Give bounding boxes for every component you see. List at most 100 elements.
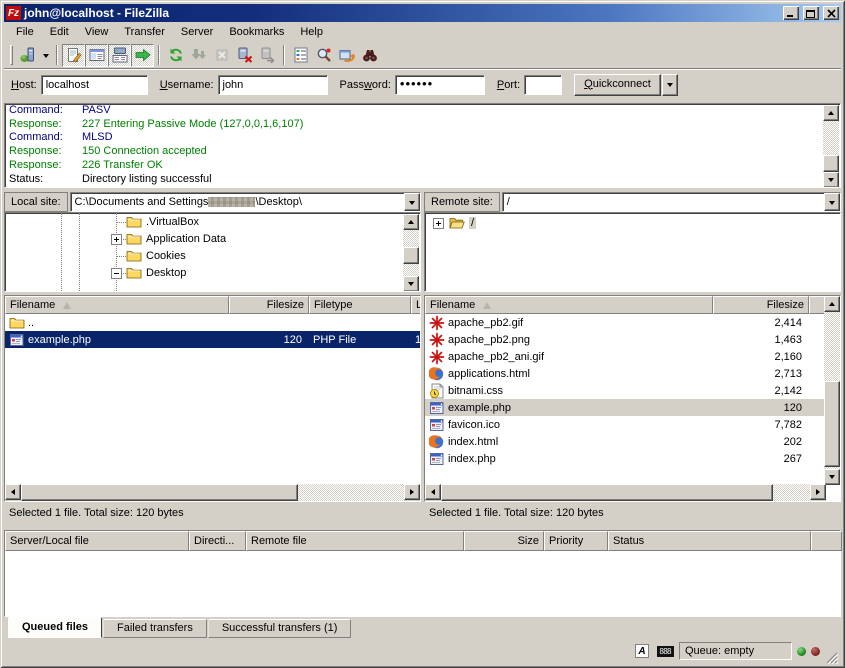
folder-icon [126, 265, 142, 281]
quickconnect-bar: Host:localhostUsername:johnPassword:••••… [4, 68, 841, 100]
file-row-..[interactable]: .. [5, 314, 420, 331]
log-line-response: Response:226 Transfer OK [5, 159, 840, 173]
synchronized-browsing-button[interactable] [335, 44, 358, 67]
combo-dropdown-button[interactable] [404, 193, 420, 211]
statusbar: A 888 Queue: empty [4, 638, 841, 664]
column-header-filesize[interactable]: Filesize [229, 296, 309, 314]
remote-list-scrollbar[interactable] [824, 296, 840, 485]
toolbar-grip[interactable] [10, 45, 13, 65]
toggle-remote-tree-button[interactable] [108, 44, 131, 67]
file-row-bitnami.css[interactable]: bitnami.css2,142 [425, 382, 840, 399]
toolbar-separator [283, 45, 285, 65]
ascii-data-type-icon[interactable]: A [633, 643, 651, 659]
username-input[interactable]: john [218, 75, 328, 95]
menu-view[interactable]: View [77, 23, 117, 41]
queue-column-directi-[interactable]: Directi... [189, 531, 246, 551]
resize-grip[interactable] [825, 651, 838, 664]
tree-expander[interactable] [433, 218, 444, 229]
sort-ascending-icon [483, 302, 491, 309]
transfer-queue: Server/Local fileDirecti...Remote fileSi… [4, 530, 841, 617]
file-row-apache-pb2-ani.gif[interactable]: apache_pb2_ani.gif2,160 [425, 348, 840, 365]
column-header-filename[interactable]: Filename [425, 296, 713, 314]
cancel-operation-button [210, 44, 233, 67]
maximize-button[interactable] [803, 6, 819, 20]
directory-listing-filters-button[interactable] [289, 44, 312, 67]
file-row-favicon.ico[interactable]: favicon.ico7,782 [425, 416, 840, 433]
file-icon-feather [429, 332, 445, 348]
remote-list-hscrollbar[interactable] [425, 484, 826, 501]
minimize-button[interactable] [783, 6, 799, 20]
toolbar [4, 42, 841, 68]
filezilla-window: Fz john@localhost - FileZilla FileEditVi… [0, 0, 845, 668]
host-input[interactable]: localhost [41, 75, 148, 95]
file-row-example.php[interactable]: example.php120PHP File1 [5, 331, 420, 348]
password-input[interactable]: •••••• [395, 75, 485, 95]
remote-pane: Remote site://FilenameFilesizeapache_pb2… [424, 192, 841, 523]
menu-file[interactable]: File [8, 23, 42, 41]
queue-column-server-local-file[interactable]: Server/Local file [5, 531, 189, 551]
menu-transfer[interactable]: Transfer [116, 23, 173, 41]
file-row-index.php[interactable]: index.php267 [425, 450, 840, 467]
queue-column-status[interactable]: Status [608, 531, 811, 551]
find-files-button[interactable] [358, 44, 381, 67]
file-icon-firefox [429, 366, 445, 382]
column-header-filetype[interactable]: Filetype [309, 296, 411, 314]
tree-expander[interactable] [111, 268, 122, 279]
refresh-button[interactable] [164, 44, 187, 67]
queue-column-remote-file[interactable]: Remote file [246, 531, 464, 551]
speed-limits-icon[interactable]: 888 [656, 643, 674, 659]
local-list-hscrollbar[interactable] [5, 484, 420, 501]
column-header-filename[interactable]: Filename [5, 296, 229, 314]
site-manager-button[interactable] [16, 44, 39, 67]
file-row-apache-pb2.gif[interactable]: apache_pb2.gif2,414 [425, 314, 840, 331]
tree-expander[interactable] [111, 234, 122, 245]
quickconnect-dropdown[interactable] [662, 74, 678, 96]
disconnect-button[interactable] [233, 44, 256, 67]
menu-bookmarks[interactable]: Bookmarks [221, 23, 292, 41]
tab-successful-transfers-1-[interactable]: Successful transfers (1) [208, 619, 352, 638]
file-row-applications.html[interactable]: applications.html2,713 [425, 365, 840, 382]
queue-tabs: Queued filesFailed transfersSuccessful t… [4, 617, 841, 638]
password-label: Password: [340, 79, 391, 91]
combo-dropdown-button[interactable] [824, 193, 840, 211]
sort-ascending-icon [63, 302, 71, 309]
folder-open-icon [449, 215, 465, 231]
tab-failed-transfers[interactable]: Failed transfers [103, 619, 207, 638]
process-queue-button [187, 44, 210, 67]
activity-led-red [811, 647, 820, 656]
column-header-l[interactable]: L [411, 296, 421, 314]
quickconnect-button[interactable]: Quickconnect [574, 74, 661, 96]
queue-column-size[interactable]: Size [464, 531, 544, 551]
toggle-transfer-queue-button[interactable] [131, 44, 154, 67]
file-icon-php [429, 417, 445, 433]
local-tree-scrollbar[interactable] [403, 214, 419, 292]
port-input[interactable] [524, 75, 562, 95]
splitter[interactable] [4, 523, 841, 530]
column-header-filesize[interactable]: Filesize [713, 296, 809, 314]
menu-help[interactable]: Help [292, 23, 331, 41]
local-pane: Local site:C:\Documents and Settings\Des… [4, 192, 421, 523]
local-directory-tree: .VirtualBoxApplication DataCookiesDeskto… [4, 212, 421, 292]
file-row-apache-pb2.png[interactable]: apache_pb2.png1,463 [425, 331, 840, 348]
site-manager-dropdown[interactable] [39, 44, 52, 67]
file-icon-feather [429, 315, 445, 331]
remote-site-combobox[interactable]: / [502, 192, 841, 212]
toggle-message-log-button[interactable] [62, 44, 85, 67]
port-label: Port: [497, 79, 520, 91]
menu-edit[interactable]: Edit [42, 23, 77, 41]
toggle-local-tree-button[interactable] [85, 44, 108, 67]
redacted-username [208, 197, 255, 207]
app-icon: Fz [6, 6, 21, 20]
file-row-index.html[interactable]: index.html202 [425, 433, 840, 450]
close-button[interactable] [823, 6, 839, 20]
log-scrollbar[interactable] [823, 105, 839, 188]
file-row-example.php[interactable]: example.php120 [425, 399, 840, 416]
queue-column-priority[interactable]: Priority [544, 531, 608, 551]
compare-directories-button[interactable] [312, 44, 335, 67]
queue-column-empty[interactable] [811, 531, 842, 551]
log-line-command: Command:PASV [5, 104, 840, 118]
toolbar-separator [158, 45, 160, 65]
menu-server[interactable]: Server [173, 23, 221, 41]
local-site-combobox[interactable]: C:\Documents and Settings\Desktop\ [70, 192, 421, 212]
tab-queued-files[interactable]: Queued files [8, 617, 102, 638]
